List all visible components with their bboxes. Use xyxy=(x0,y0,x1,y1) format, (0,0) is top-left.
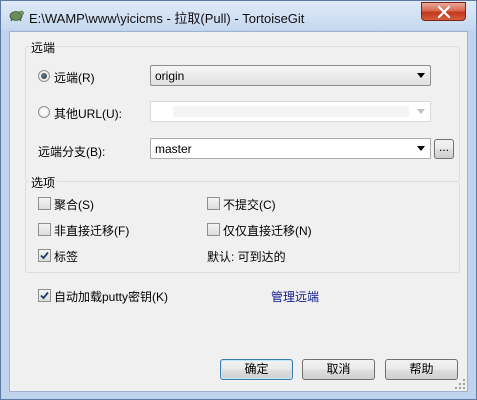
pull-dialog-window: E:\WAMP\www\yicicms - 拉取(Pull) - Tortois… xyxy=(0,0,477,400)
close-icon xyxy=(437,6,451,18)
manage-remotes-link[interactable]: 管理远端 xyxy=(271,288,319,305)
other-url-input[interactable] xyxy=(150,101,431,122)
autoload-putty-checkbox[interactable] xyxy=(38,289,51,302)
remote-group-title: 远端 xyxy=(29,39,58,56)
close-button[interactable] xyxy=(421,2,466,21)
no-ff-checkbox[interactable] xyxy=(38,223,51,236)
cancel-button[interactable]: 取消 xyxy=(302,359,375,380)
checkmark-icon xyxy=(40,251,49,260)
squash-checkbox[interactable] xyxy=(38,197,51,210)
ok-button[interactable]: 确定 xyxy=(220,359,293,380)
dialog-client-area: 远端 远端(R) origin 其他URL(U): 远端分支(B): maste… xyxy=(9,31,468,392)
resize-grip-icon[interactable] xyxy=(455,379,465,389)
chevron-down-icon xyxy=(417,146,425,151)
remote-branch-value: master xyxy=(155,142,192,156)
other-url-label[interactable]: 其他URL(U): xyxy=(54,105,122,122)
no-commit-label[interactable]: 不提交(C) xyxy=(223,196,276,213)
other-url-value xyxy=(173,106,409,117)
remote-select-value: origin xyxy=(155,69,185,83)
tags-checkbox[interactable] xyxy=(38,249,51,262)
remote-radio[interactable] xyxy=(38,70,50,82)
remote-select[interactable]: origin xyxy=(150,65,431,86)
no-commit-checkbox[interactable] xyxy=(207,197,220,210)
tags-label[interactable]: 标签 xyxy=(54,248,78,265)
no-ff-label[interactable]: 非直接迁移(F) xyxy=(54,222,129,239)
chevron-down-icon xyxy=(417,109,425,114)
other-url-radio[interactable] xyxy=(38,106,50,118)
options-group-title: 选项 xyxy=(29,174,58,191)
help-button[interactable]: 帮助 xyxy=(385,359,458,380)
tags-default-hint: 默认: 可到达的 xyxy=(207,250,286,264)
ff-only-checkbox[interactable] xyxy=(207,223,220,236)
window-title: E:\WAMP\www\yicicms - 拉取(Pull) - Tortois… xyxy=(29,11,305,26)
title-bar[interactable]: E:\WAMP\www\yicicms - 拉取(Pull) - Tortois… xyxy=(1,1,476,30)
ff-only-label[interactable]: 仅仅直接迁移(N) xyxy=(223,222,312,239)
tortoisegit-icon xyxy=(8,7,24,23)
autoload-putty-label[interactable]: 自动加载putty密钥(K) xyxy=(54,288,168,305)
checkmark-icon xyxy=(40,291,49,300)
remote-radio-label[interactable]: 远端(R) xyxy=(54,69,95,86)
remote-branch-label: 远端分支(B): xyxy=(38,145,106,159)
squash-label[interactable]: 聚合(S) xyxy=(54,196,94,213)
browse-branch-button[interactable]: ... xyxy=(434,139,454,159)
chevron-down-icon xyxy=(417,73,425,78)
remote-branch-select[interactable]: master xyxy=(150,138,431,159)
